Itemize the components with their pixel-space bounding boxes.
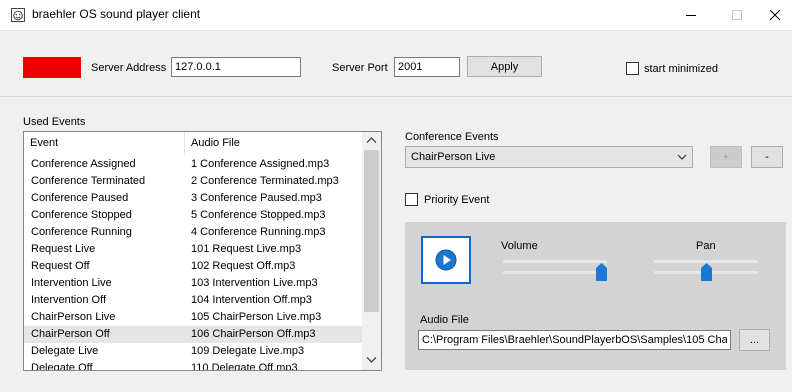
audio-file-cell: 104 Intervention Off.mp3 xyxy=(191,294,312,306)
close-icon xyxy=(770,10,780,20)
event-cell: Request Live xyxy=(31,243,96,255)
event-cell: Conference Stopped xyxy=(31,209,132,221)
scroll-down-icon[interactable] xyxy=(366,356,377,364)
list-header: Event Audio File xyxy=(24,132,362,155)
maximize-button[interactable] xyxy=(714,0,760,30)
apply-button[interactable]: Apply xyxy=(467,56,542,77)
table-row[interactable]: Request Live 101 Request Live.mp3 xyxy=(24,241,362,258)
event-cell: Conference Assigned xyxy=(31,158,136,170)
server-port-label: Server Port xyxy=(332,62,388,74)
window-title: braehler OS sound player client xyxy=(32,7,201,21)
table-row[interactable]: Conference Paused 3 Conference Paused.mp3 xyxy=(24,190,362,207)
pan-thumb[interactable] xyxy=(700,263,712,281)
maximize-icon xyxy=(732,10,742,20)
audio-file-cell: 110 Delegate Off.mp3 xyxy=(191,362,298,371)
scrollbar-thumb[interactable] xyxy=(364,150,379,312)
event-cell: Conference Running xyxy=(31,226,132,238)
table-row[interactable]: Conference Running 4 Conference Running.m… xyxy=(24,224,362,241)
add-event-button[interactable]: + xyxy=(710,146,742,168)
volume-label: Volume xyxy=(501,240,538,252)
event-cell: ChairPerson Off xyxy=(31,328,110,340)
event-cell: Delegate Off xyxy=(31,362,93,371)
minimize-icon xyxy=(686,15,696,16)
remove-event-button[interactable]: - xyxy=(751,146,783,168)
table-row[interactable]: ChairPerson Off 106 ChairPerson Off.mp3 xyxy=(24,326,362,343)
pan-label: Pan xyxy=(696,240,716,252)
minimize-button[interactable] xyxy=(668,0,714,30)
used-events-label: Used Events xyxy=(23,116,86,128)
volume-slider[interactable] xyxy=(501,254,613,288)
event-cell: Intervention Live xyxy=(31,277,112,289)
server-port-input[interactable] xyxy=(394,57,460,77)
play-icon xyxy=(435,249,457,271)
close-button[interactable] xyxy=(758,0,792,30)
audio-file-label: Audio File xyxy=(420,314,469,326)
table-row[interactable]: Delegate Off 110 Delegate Off.mp3 xyxy=(24,360,362,371)
list-rows: Conference Assigned 1 Conference Assigned… xyxy=(24,156,362,371)
table-row[interactable]: Conference Terminated 2 Conference Termin… xyxy=(24,173,362,190)
server-address-input[interactable] xyxy=(171,57,301,77)
conference-events-select[interactable]: ChairPerson Live xyxy=(405,146,693,168)
volume-track-lower xyxy=(503,271,607,274)
conference-events-value: ChairPerson Live xyxy=(411,151,496,163)
audio-file-cell: 101 Request Live.mp3 xyxy=(191,243,302,255)
volume-thumb[interactable] xyxy=(596,263,607,281)
list-scrollbar[interactable] xyxy=(362,132,381,370)
play-button[interactable] xyxy=(421,236,471,284)
table-row[interactable]: Request Off 102 Request Off.mp3 xyxy=(24,258,362,275)
audio-file-cell: 103 Intervention Live.mp3 xyxy=(191,277,318,289)
audio-file-cell: 5 Conference Stopped.mp3 xyxy=(191,209,326,221)
priority-event-checkbox[interactable] xyxy=(405,193,418,206)
chevron-down-icon xyxy=(677,154,687,160)
table-row[interactable]: ChairPerson Live 105 ChairPerson Live.mp3 xyxy=(24,309,362,326)
table-row[interactable]: Conference Stopped 5 Conference Stopped.m… xyxy=(24,207,362,224)
event-cell: Delegate Live xyxy=(31,345,99,357)
priority-event-label: Priority Event xyxy=(424,194,490,206)
audio-file-cell: 2 Conference Terminated.mp3 xyxy=(191,175,339,187)
audio-file-cell: 102 Request Off.mp3 xyxy=(191,260,296,272)
audio-file-cell: 105 ChairPerson Live.mp3 xyxy=(191,311,322,323)
title-bar: braehler OS sound player client xyxy=(0,0,792,30)
conference-events-label: Conference Events xyxy=(405,131,499,143)
scroll-up-icon[interactable] xyxy=(366,136,377,144)
server-address-label: Server Address xyxy=(91,62,167,74)
event-cell: Conference Paused xyxy=(31,192,129,204)
table-row[interactable]: Conference Assigned 1 Conference Assigned… xyxy=(24,156,362,173)
event-cell: ChairPerson Live xyxy=(31,311,116,323)
audio-file-input[interactable] xyxy=(418,330,731,350)
used-events-list[interactable]: Event Audio File Conference Assigned 1 Co… xyxy=(23,131,382,371)
column-header-audio-file[interactable]: Audio File xyxy=(185,132,362,155)
table-row[interactable]: Delegate Live 109 Delegate Live.mp3 xyxy=(24,343,362,360)
audio-file-cell: 109 Delegate Live.mp3 xyxy=(191,345,305,357)
audio-file-cell: 4 Conference Running.mp3 xyxy=(191,226,326,238)
start-minimized-checkbox[interactable] xyxy=(626,62,639,75)
audio-file-cell: 3 Conference Paused.mp3 xyxy=(191,192,322,204)
settings-separator xyxy=(0,96,792,97)
player-panel: Volume Pan Audio File ... xyxy=(405,222,786,370)
title-separator xyxy=(0,30,792,31)
audio-file-cell: 1 Conference Assigned.mp3 xyxy=(191,158,330,170)
browse-button[interactable]: ... xyxy=(739,329,770,351)
app-face-icon xyxy=(11,8,25,22)
status-indicator xyxy=(23,57,81,78)
event-cell: Conference Terminated xyxy=(31,175,146,187)
table-row[interactable]: Intervention Off 104 Intervention Off.mp3 xyxy=(24,292,362,309)
volume-track xyxy=(503,260,607,263)
event-cell: Request Off xyxy=(31,260,90,272)
event-cell: Intervention Off xyxy=(31,294,107,306)
start-minimized-label: start minimized xyxy=(644,63,718,75)
pan-slider[interactable] xyxy=(652,254,764,288)
column-header-event[interactable]: Event xyxy=(24,132,184,155)
audio-file-cell: 106 ChairPerson Off.mp3 xyxy=(191,328,316,340)
table-row[interactable]: Intervention Live 103 Intervention Live.m… xyxy=(24,275,362,292)
